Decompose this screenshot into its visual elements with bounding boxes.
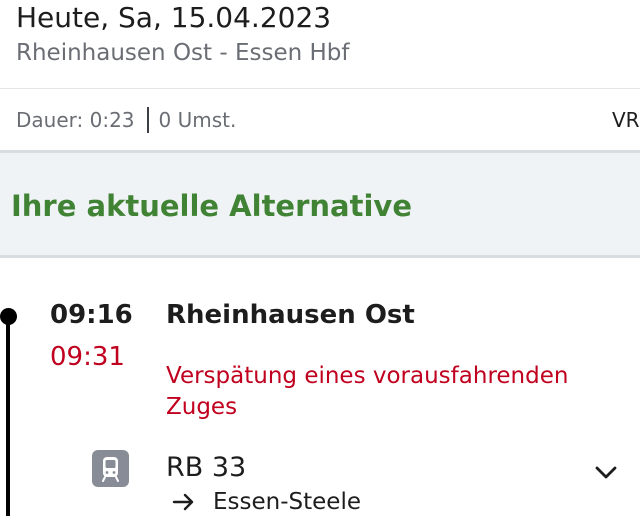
- clipped-right-label: VR: [612, 108, 640, 132]
- header-divider: [0, 88, 640, 89]
- delay-message: Verspätung eines vorausfahrenden Zuges: [166, 363, 569, 420]
- arrow-right-icon: [172, 493, 194, 511]
- direction-label: Essen-Steele: [213, 489, 361, 515]
- timeline-stop-dot: [0, 308, 17, 325]
- alternative-title: Ihre aktuelle Alternative: [11, 189, 412, 223]
- connection-meta: Dauer: 0:23 0 Umst.: [16, 106, 236, 134]
- planned-departure-time: 09:16: [50, 300, 133, 330]
- alternative-banner: Ihre aktuelle Alternative: [0, 150, 640, 258]
- transfers-label: 0 Umst.: [158, 108, 237, 132]
- train-direction: Essen-Steele: [172, 487, 361, 517]
- chevron-down-icon[interactable]: [594, 465, 618, 481]
- connection-header[interactable]: Heute, Sa, 15.04.2023 Rheinhausen Ost - …: [0, 0, 640, 150]
- duration-label: Dauer: 0:23: [16, 108, 135, 132]
- route-title: Rheinhausen Ost - Essen Hbf: [16, 40, 350, 66]
- timeline-line: [6, 316, 10, 516]
- station-name[interactable]: Rheinhausen Ost: [166, 298, 415, 332]
- train-line-label[interactable]: RB 33: [166, 451, 246, 485]
- meta-separator: [146, 107, 149, 133]
- travel-date: Heute, Sa, 15.04.2023: [16, 1, 332, 34]
- train-icon: [92, 450, 129, 487]
- actual-departure-time: 09:31: [50, 342, 125, 372]
